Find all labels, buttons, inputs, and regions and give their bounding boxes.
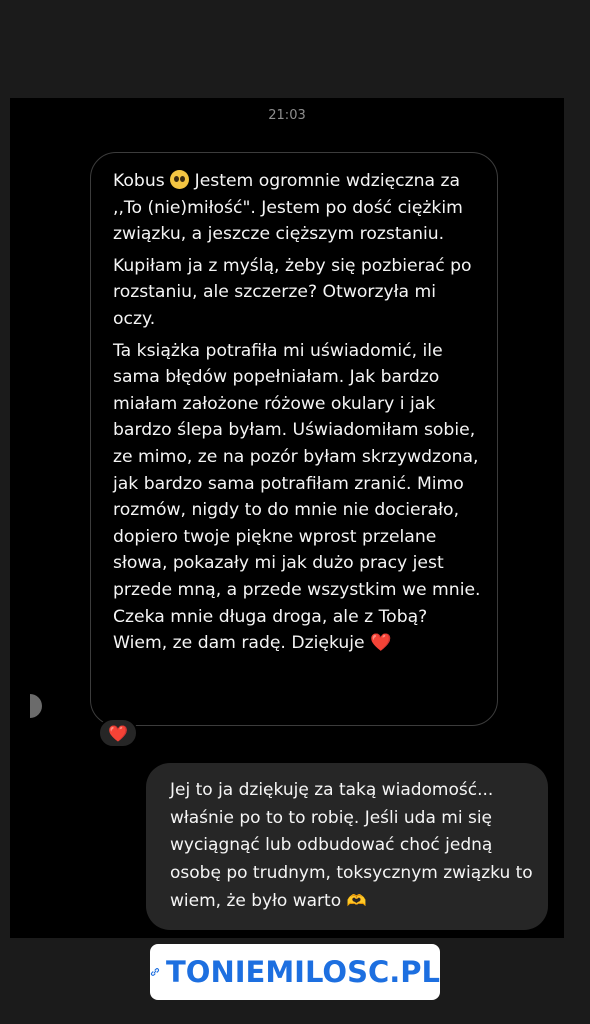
received-line-1: Jestem ogromnie wdzięczna za ,,To (nie)m… (113, 171, 463, 245)
heart-reaction[interactable]: ❤️ (98, 718, 138, 748)
red-heart-icon: ❤️ (370, 633, 392, 654)
received-paragraph-1: Kobus Jestem ogromnie wdzięczna za ,,To … (113, 168, 483, 248)
received-paragraph-2: Kupiłam ja z myślą, żeby się pozbierać p… (113, 255, 472, 329)
sent-message-bubble[interactable]: Jej to ja dziękuję za taką wiadomość... … (146, 763, 548, 930)
chat-area: 21:03 Kobus Jestem ogromnie wdzięczna za… (10, 98, 564, 938)
message-timestamp: 21:03 (268, 108, 306, 123)
link-sticker-label: TONIEMILOSC.PL (166, 955, 440, 989)
received-message-bubble[interactable]: Kobus Jestem ogromnie wdzięczna za ,,To … (90, 152, 498, 726)
reaction-heart-icon: ❤️ (108, 723, 128, 743)
heart-hands-icon: 🫶 (346, 891, 367, 910)
pleading-face-icon (170, 170, 190, 189)
received-paragraph-3: Ta książka potrafiła mi uświadomić, ile … (113, 338, 483, 657)
sender-avatar[interactable] (30, 694, 42, 718)
sender-nickname: Kobus (113, 171, 165, 191)
top-bar (0, 0, 590, 98)
link-sticker[interactable]: TONIEMILOSC.PL (150, 944, 440, 1000)
received-paragraph-3-text: Ta książka potrafiła mi uświadomić, ile … (113, 340, 481, 654)
link-icon (150, 968, 160, 976)
